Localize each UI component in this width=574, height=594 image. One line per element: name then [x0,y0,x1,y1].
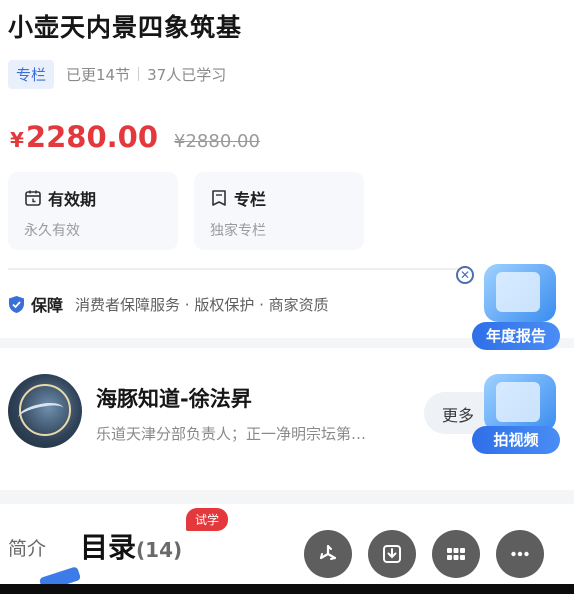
annual-report-widget[interactable]: 年度报告 [472,262,562,354]
column-title: 专栏 [234,190,267,209]
grid-button[interactable] [432,530,480,578]
section-divider [8,268,468,270]
course-title: 小壶天内景四象筑基 [8,13,243,42]
download-icon [383,545,401,563]
price-row: ¥ 2280.00 ¥2880.00 [10,120,260,154]
column-value: 独家专栏 [210,223,266,239]
video-illustration-sheet [496,382,540,422]
validity-title: 有效期 [48,190,97,209]
tab-catalog-count: (14) [136,538,183,562]
column-card: 专栏 独家专栏 [194,172,364,250]
column-tag: 专栏 [8,59,55,89]
tab-catalog[interactable]: 目录 (14) [80,526,182,566]
course-meta: 专栏 已更14节 37人已学习 [8,59,226,89]
price-symbol: ¥ [10,128,24,152]
shoot-video-widget[interactable]: 拍视频 [472,372,562,458]
shoot-video-label: 拍视频 [472,426,560,454]
tab-intro[interactable]: 简介 [8,534,46,561]
trial-badge: 试学 [186,508,229,531]
more-button[interactable] [496,530,544,578]
author-description: 乐道天津分部负责人；正一净明宗坛第… [96,425,367,443]
tab-catalog-label: 目录 [80,531,137,564]
updated-count: 已更14节 [66,65,131,84]
guarantee-row[interactable]: 保障 消费者保障服务 · 版权保护 · 商家资质 [8,292,329,316]
shield-check-icon [9,295,24,313]
guarantee-text: 消费者保障服务 · 版权保护 · 商家资质 [75,295,329,314]
section-band-2 [0,490,574,504]
current-price: 2280.00 [25,120,159,154]
learner-count: 37人已学习 [147,65,227,84]
report-illustration-sheet [496,272,540,312]
original-price: ¥2880.00 [174,131,260,152]
more-dots-icon [511,551,529,557]
calendar-icon [25,190,41,206]
download-button[interactable] [368,530,416,578]
author-name[interactable]: 海豚知道-徐法昇 [96,383,252,413]
grid-icon [447,548,465,560]
validity-value: 永久有效 [24,223,80,239]
validity-card: 有效期 永久有效 [8,172,178,250]
guarantee-title: 保障 [31,296,64,315]
author-avatar[interactable] [8,374,82,448]
pinwheel-icon [319,544,337,560]
annual-report-label: 年度报告 [472,322,560,350]
meta-divider [138,67,140,81]
bookmark-icon [212,190,226,206]
bottom-edge-bar [0,584,574,594]
pinwheel-button[interactable] [304,530,352,578]
